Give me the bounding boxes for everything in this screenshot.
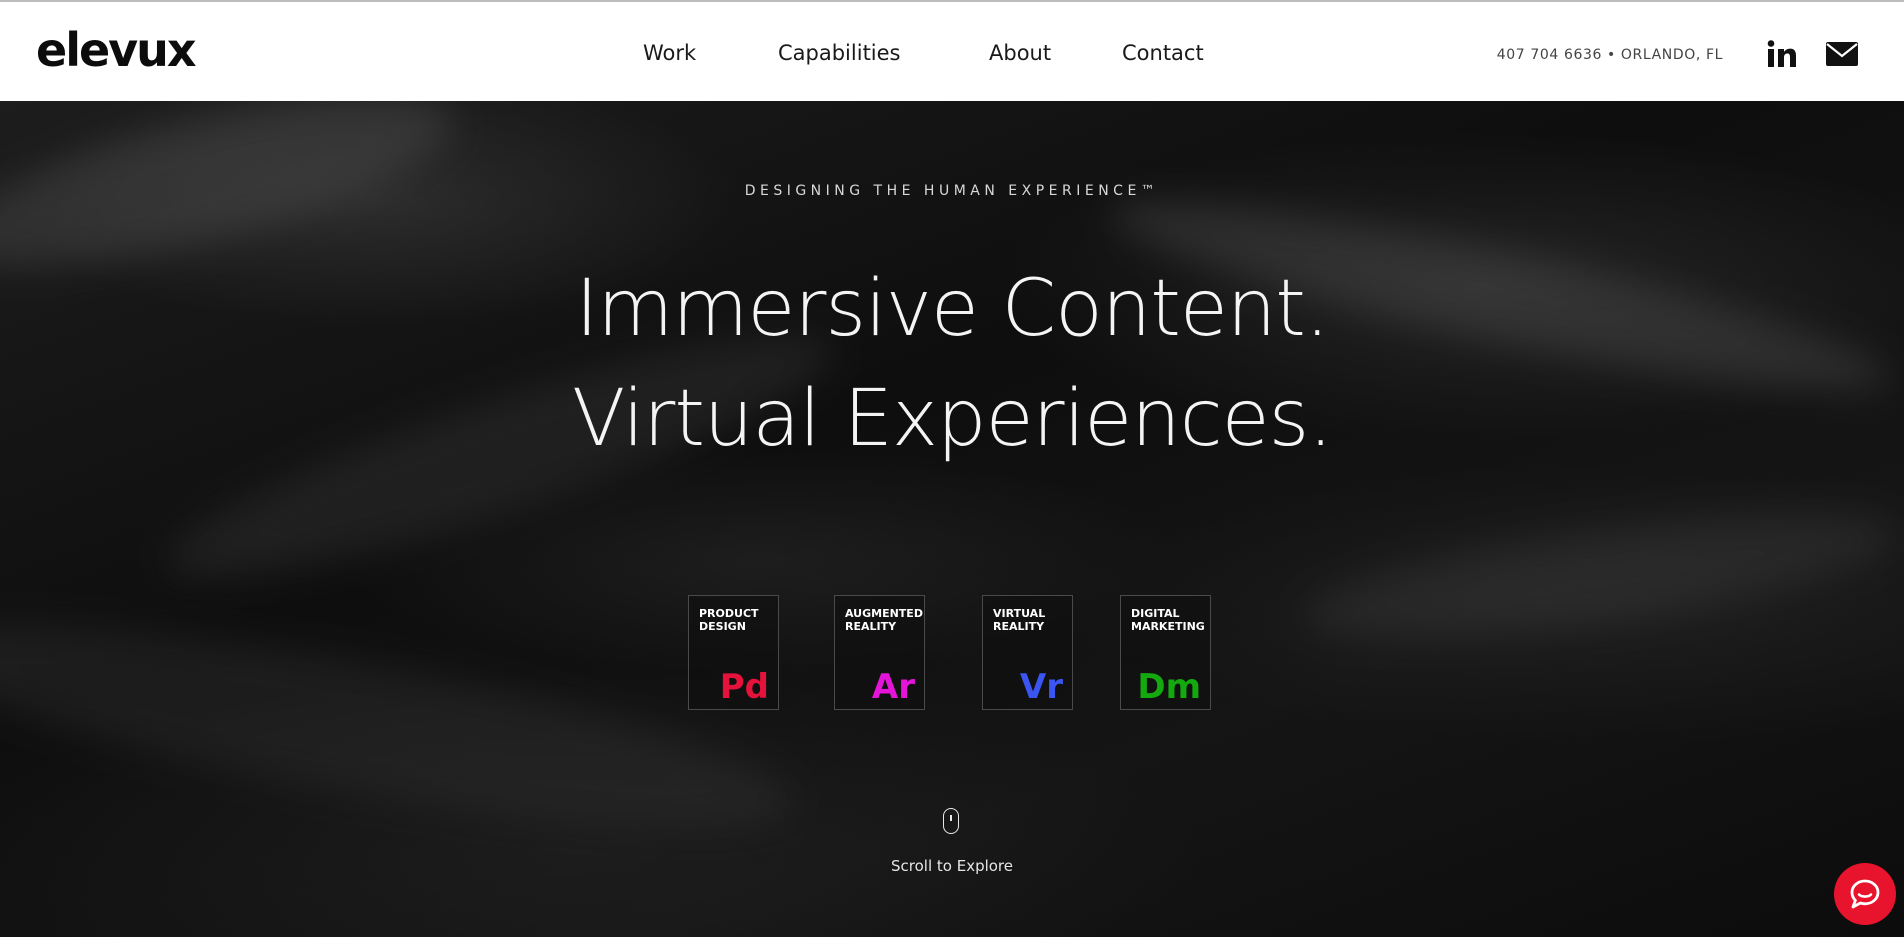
- email-link[interactable]: [1824, 36, 1860, 72]
- tile-abbr: Pd: [719, 667, 769, 707]
- nav-item-contact[interactable]: Contact: [1122, 38, 1204, 68]
- linkedin-link[interactable]: [1764, 36, 1800, 72]
- hero-headline-line-1: Immersive Content.: [575, 264, 1329, 354]
- tile-abbr: Dm: [1137, 667, 1201, 707]
- tile-abbr: Vr: [1019, 667, 1063, 707]
- tile-abbr: Ar: [871, 667, 915, 707]
- hero-section: DESIGNING THE HUMAN EXPERIENCE™ Immersiv…: [0, 101, 1904, 937]
- nav-item-about[interactable]: About: [989, 38, 1051, 68]
- capability-tile-product-design[interactable]: Product Design Pd: [688, 595, 779, 710]
- nav-item-work[interactable]: Work: [643, 38, 696, 68]
- tile-label: Digital Marketing: [1131, 607, 1205, 633]
- mouse-scroll-icon: [943, 808, 959, 834]
- capability-tile-virtual-reality[interactable]: Virtual Reality Vr: [982, 595, 1073, 710]
- hero-tagline: DESIGNING THE HUMAN EXPERIENCE™: [744, 183, 1160, 199]
- chat-bubble-icon: [1850, 879, 1880, 909]
- nav-item-capabilities[interactable]: Capabilities: [778, 38, 901, 68]
- fabric-fold: [0, 583, 805, 869]
- tile-label: Product Design: [699, 607, 759, 633]
- mouse-wheel: [950, 815, 952, 821]
- site-header: elevux Work Capabilities About Contact 4…: [0, 0, 1904, 101]
- chat-button[interactable]: [1834, 863, 1896, 925]
- page: elevux Work Capabilities About Contact 4…: [0, 0, 1904, 937]
- fabric-fold: [1296, 489, 1904, 663]
- capability-tile-digital-marketing[interactable]: Digital Marketing Dm: [1120, 595, 1211, 710]
- tile-label: Augmented Reality: [845, 607, 923, 633]
- capability-tile-augmented-reality[interactable]: Augmented Reality Ar: [834, 595, 925, 710]
- linkedin-icon: [1767, 40, 1796, 67]
- hero-headline-line-2: Virtual Experiences.: [571, 374, 1333, 464]
- phone-location[interactable]: 407 704 6636 • ORLANDO, FL: [1497, 45, 1723, 65]
- envelope-icon: [1826, 42, 1858, 66]
- tile-label: Virtual Reality: [993, 607, 1046, 633]
- scroll-to-explore[interactable]: Scroll to Explore: [0, 857, 1904, 875]
